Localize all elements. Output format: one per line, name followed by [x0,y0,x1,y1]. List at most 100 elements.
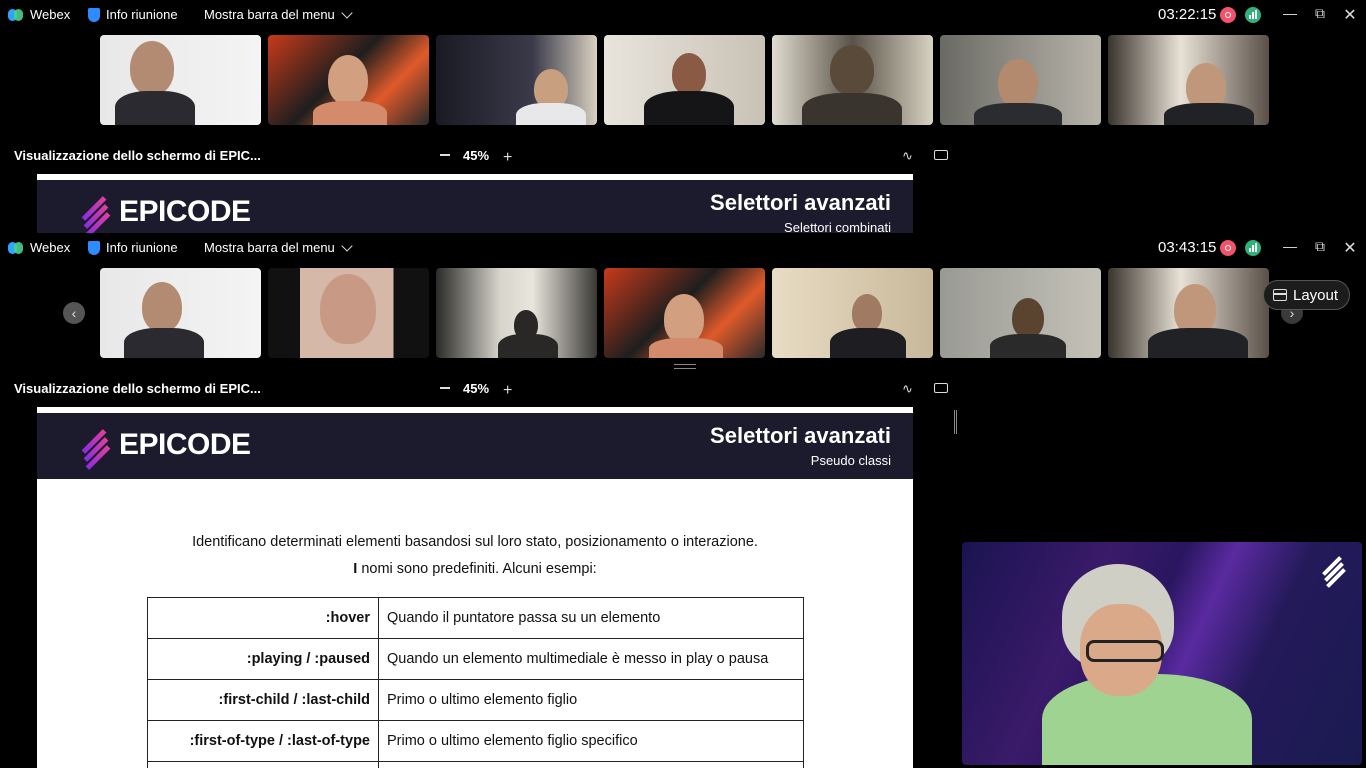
menu-bar-toggle[interactable]: Mostra barra del menu [204,6,353,22]
menu-toggle-label: Mostra barra del menu [204,7,335,22]
participant-head [998,59,1038,107]
participant-video[interactable] [604,35,765,125]
shared-slide: EPICODE Selettori avanzati Selettori com… [37,174,913,233]
popout-icon[interactable] [934,150,948,160]
participant-strip [100,35,1269,125]
table-row: :first-child / :last-child Primo o ultim… [147,679,804,721]
participant-head [130,41,174,95]
minimize-icon[interactable]: — [1280,5,1300,21]
participant-body [990,334,1066,358]
share-label: Visualizzazione dello schermo di EPIC... [14,148,261,163]
brand-wordmark: EPICODE [119,428,251,461]
participant-body [516,103,586,125]
zoom-in-icon[interactable]: + [503,382,512,400]
webex-logo-icon [8,241,24,255]
selector-cell [147,761,379,768]
slide-subtitle: Selettori combinati [784,220,891,233]
participant-video[interactable] [604,268,765,358]
description-cell [378,761,804,768]
description-cell: Primo o ultimo elemento figlio [378,679,804,721]
participant-video[interactable] [100,268,261,358]
participant-body [974,103,1062,125]
recording-icon[interactable] [1220,7,1236,23]
recording-icon[interactable] [1220,240,1236,256]
participant-body [649,338,723,358]
participant-video[interactable] [1108,268,1269,358]
participant-head [852,294,882,332]
signal-icon[interactable] [1245,240,1261,256]
participant-video[interactable] [940,35,1101,125]
minimize-icon[interactable]: — [1280,238,1300,254]
menu-bar-toggle[interactable]: Mostra barra del menu [204,239,353,255]
selector-cell: :playing / :paused [147,638,379,680]
participant-head [830,45,874,95]
table-row: :first-of-type / :last-of-type Primo o u… [147,720,804,762]
selector-cell: :first-of-type / :last-of-type [147,720,379,762]
meeting-info-button[interactable]: Info riunione [88,240,178,255]
participant-video[interactable] [940,268,1101,358]
zoom-in-icon[interactable]: + [503,149,512,167]
meeting-info-button[interactable]: Info riunione [88,7,178,22]
meeting-clock: 03:22:15 [1158,6,1217,23]
app-name: Webex [30,240,71,255]
participant-body [830,328,906,358]
participant-body [313,101,387,125]
share-toolbar: Visualizzazione dello schermo di EPIC...… [0,373,950,403]
active-speaker-video[interactable] [962,542,1362,765]
restore-icon[interactable]: ⧉ [1310,238,1330,255]
signal-icon[interactable] [1245,7,1261,23]
zoom-out-icon[interactable] [440,154,450,156]
annotate-icon[interactable]: ∿ [902,381,913,397]
meeting-info-label: Info riunione [106,240,178,255]
participant-video[interactable] [436,35,597,125]
slide-intro-rest: nomi sono predefiniti. Alcuni esempi: [357,561,597,577]
app-brand[interactable]: Webex [8,7,70,22]
slide-header: EPICODE Selettori avanzati Selettori com… [37,180,913,233]
shield-icon [88,7,100,22]
scroll-left-button[interactable]: ‹ [63,302,85,324]
participant-video[interactable] [436,268,597,358]
slide-header: EPICODE Selettori avanzati Pseudo classi [37,413,913,479]
popout-icon[interactable] [934,383,948,393]
webex-logo-icon [8,8,24,22]
restore-icon[interactable]: ⧉ [1310,5,1330,22]
annotate-icon[interactable]: ∿ [902,148,913,164]
participant-video[interactable] [1108,35,1269,125]
meeting-info-label: Info riunione [106,7,178,22]
participant-body [644,91,734,125]
app-name: Webex [30,7,71,22]
participant-video[interactable] [268,35,429,125]
participant-body [1164,103,1254,125]
layout-button[interactable]: Layout [1263,280,1350,310]
app-brand[interactable]: Webex [8,240,70,255]
participant-body [115,91,195,125]
description-cell: Primo o ultimo elemento figlio specifico [378,720,804,762]
participant-video[interactable] [100,35,261,125]
slide-subtitle: Pseudo classi [810,453,891,468]
participant-head [328,55,368,105]
panel-splitter[interactable] [954,410,957,434]
zoom-level: 45% [463,148,490,163]
participant-body [124,328,204,358]
participant-body [1148,328,1248,358]
participant-video[interactable] [268,268,429,358]
participant-head [142,282,182,332]
slide-title: Selettori avanzati [710,190,891,215]
description-cell: Quando il puntatore passa su un elemento [378,597,804,639]
participant-head [1012,298,1044,338]
chevron-down-icon [341,6,353,19]
zoom-out-icon[interactable] [440,387,450,389]
epicode-logo-icon [79,196,113,233]
titlebar: Webex Info riunione Mostra barra del men… [0,233,1366,263]
meeting-window-1: Webex Info riunione Mostra barra del men… [0,0,1366,233]
resize-grip[interactable] [674,364,696,369]
titlebar: Webex Info riunione Mostra barra del men… [0,0,1366,30]
participant-video[interactable] [772,35,933,125]
participant-video[interactable] [772,268,933,358]
participant-head [320,274,376,344]
close-icon[interactable]: ✕ [1340,238,1360,258]
description-cell: Quando un elemento multimediale è messo … [378,638,804,680]
share-label: Visualizzazione dello schermo di EPIC... [14,381,261,396]
table-row: :playing / :paused Quando un elemento mu… [147,638,804,680]
close-icon[interactable]: ✕ [1340,5,1360,25]
